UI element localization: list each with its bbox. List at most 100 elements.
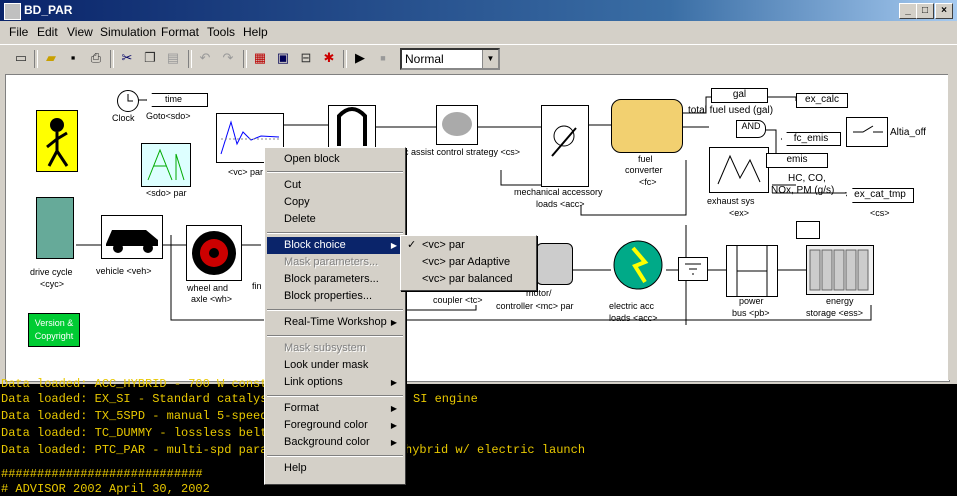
version-copyright-block[interactable]: Version & Copyright	[28, 313, 80, 347]
ex-cat-tmp-block[interactable]: ex_cat_tmp	[846, 188, 914, 203]
ground-block-icon[interactable]	[678, 257, 708, 281]
mech-accessory-block[interactable]	[541, 105, 589, 187]
emis-units-label-2: NOx, PM (g/s)	[771, 185, 835, 196]
altia-off-label: Altia_off	[890, 127, 926, 138]
fc-emis-block[interactable]: fc_emis	[781, 132, 841, 146]
drive-cycle-label-1: drive cycle	[30, 267, 73, 277]
fuel-converter-label-2: converter	[625, 165, 663, 175]
checkmark-icon: ✓	[407, 239, 417, 251]
undo-icon[interactable]: ↶	[196, 49, 214, 67]
copy-icon[interactable]: ❐	[141, 49, 159, 67]
toggle-icon[interactable]: ⊟	[297, 49, 315, 67]
and-label: AND	[741, 121, 761, 131]
coil-block-icon[interactable]	[328, 105, 376, 151]
console-line: Data loaded: TX_5SPD - manual 5-speed	[1, 409, 268, 423]
menu-item-open-block[interactable]: Open block	[267, 151, 403, 168]
open-folder-icon[interactable]: ▰	[42, 49, 60, 67]
save-icon[interactable]: ▪	[64, 49, 82, 67]
console-line: ############################	[1, 467, 203, 481]
menu-file[interactable]: File	[9, 25, 28, 39]
stop-simulation-icon[interactable]: ■	[374, 49, 392, 67]
menu-item-format[interactable]: Format ▶	[267, 400, 403, 417]
mech-accessory-label-1: mechanical accessory	[514, 187, 603, 197]
simulation-mode-select[interactable]: Normal ▼	[400, 48, 500, 70]
cut-icon[interactable]: ✂	[118, 49, 136, 67]
model-browser-icon[interactable]: ▣	[274, 49, 292, 67]
exhaust-label-1: exhaust sys	[707, 196, 755, 206]
debug-icon[interactable]: ✱	[320, 49, 338, 67]
gal-display[interactable]: gal	[711, 88, 768, 103]
menu-simulation[interactable]: Simulation	[100, 25, 156, 39]
menu-item-background-color[interactable]: Background color ▶	[267, 434, 403, 451]
menu-item-copy[interactable]: Copy	[267, 194, 403, 211]
simulink-window: BD_PAR _ □ × File Edit View Simulation F…	[0, 0, 957, 384]
print-icon[interactable]: ⎙	[87, 49, 105, 67]
submenu-item-vc-par-adaptive[interactable]: <vc> par Adaptive	[403, 254, 534, 271]
drive-cycle-block[interactable]	[36, 197, 74, 259]
close-button[interactable]: ×	[935, 3, 953, 19]
console-line: SI engine	[413, 392, 478, 406]
minimize-button[interactable]: _	[899, 3, 917, 19]
altia-switch-block[interactable]	[846, 117, 888, 147]
version-label-1: Version &	[34, 318, 74, 328]
menu-item-block-choice[interactable]: Block choice ▶	[267, 237, 403, 254]
goto-time-block[interactable]: time	[146, 93, 208, 107]
and-gate-block[interactable]: AND	[736, 120, 766, 138]
menu-item-link-options[interactable]: Link options ▶	[267, 374, 403, 391]
ex-calc-block[interactable]: ex_calc	[796, 93, 848, 108]
sdo-par-block[interactable]	[141, 143, 191, 187]
menu-tools[interactable]: Tools	[207, 25, 235, 39]
driver-block-icon[interactable]	[36, 110, 78, 172]
emis-display[interactable]: emis	[766, 153, 828, 168]
menu-item-cut[interactable]: Cut	[267, 177, 403, 194]
fuel-converter-block[interactable]	[611, 99, 683, 153]
menu-item-foreground-color[interactable]: Foreground color ▶	[267, 417, 403, 434]
start-simulation-icon[interactable]: ▶	[351, 49, 369, 67]
menu-format[interactable]: Format	[161, 25, 199, 39]
final-drive-label: fin	[252, 281, 262, 291]
chevron-down-icon[interactable]: ▼	[482, 50, 498, 68]
gal-label: gal	[732, 89, 747, 100]
emis-label: emis	[786, 154, 808, 165]
ex-calc-label: ex_calc	[805, 94, 839, 105]
library-browser-icon[interactable]: ▦	[251, 49, 269, 67]
power-bus-label-2: bus <pb>	[732, 308, 770, 318]
matlab-console: Data loaded: ACC_HYBRID - 700 W constant…	[0, 377, 957, 496]
menu-item-block-properties[interactable]: Block properties...	[267, 288, 403, 305]
power-bus-label-1: power	[739, 296, 764, 306]
menu-item-look-under-mask[interactable]: Look under mask	[267, 357, 403, 374]
clock-icon[interactable]	[117, 90, 139, 112]
menu-help[interactable]: Help	[243, 25, 268, 39]
toolbar-separator	[343, 50, 347, 68]
elec-acc-label-2: loads <acc>	[609, 313, 658, 323]
toolbar-separator	[188, 50, 192, 68]
menu-edit[interactable]: Edit	[37, 25, 58, 39]
block-diagram-canvas[interactable]: Clock time Goto<sdo> <vc> par <sdo> par …	[5, 74, 950, 382]
submenu-item-vc-par-balanced[interactable]: <vc> par balanced	[403, 271, 534, 288]
maximize-button[interactable]: □	[916, 3, 934, 19]
vertical-scrollbar[interactable]	[948, 74, 957, 380]
assist-strategy-label: c assist control strategy <cs>	[404, 147, 521, 157]
paste-icon[interactable]: ▤	[164, 49, 182, 67]
power-bus-block[interactable]	[726, 245, 778, 297]
menu-view[interactable]: View	[67, 25, 93, 39]
menu-item-delete[interactable]: Delete	[267, 211, 403, 228]
submenu-item-vc-par[interactable]: ✓ <vc> par	[403, 237, 534, 254]
brain-block-icon[interactable]	[436, 105, 478, 145]
menu-separator	[267, 232, 403, 234]
redo-icon[interactable]: ↷	[219, 49, 237, 67]
submenu-arrow-icon: ▶	[390, 421, 397, 430]
menu-item-help[interactable]: Help	[267, 460, 403, 477]
exhaust-label-2: <ex>	[729, 208, 750, 218]
electric-acc-block[interactable]	[611, 240, 666, 290]
exhaust-system-block[interactable]	[709, 147, 769, 193]
menu-item-block-parameters[interactable]: Block parameters...	[267, 271, 403, 288]
menu-item-real-time-workshop[interactable]: Real-Time Workshop ▶	[267, 314, 403, 331]
wheel-axle-block[interactable]	[186, 225, 242, 281]
coupler-label: coupler <tc>	[433, 295, 483, 305]
motor-controller-block[interactable]	[536, 243, 573, 285]
vehicle-block[interactable]	[101, 215, 163, 259]
new-file-icon[interactable]: ▭	[12, 49, 30, 67]
terminator-block-icon[interactable]	[796, 221, 820, 239]
energy-storage-block[interactable]	[806, 245, 874, 295]
